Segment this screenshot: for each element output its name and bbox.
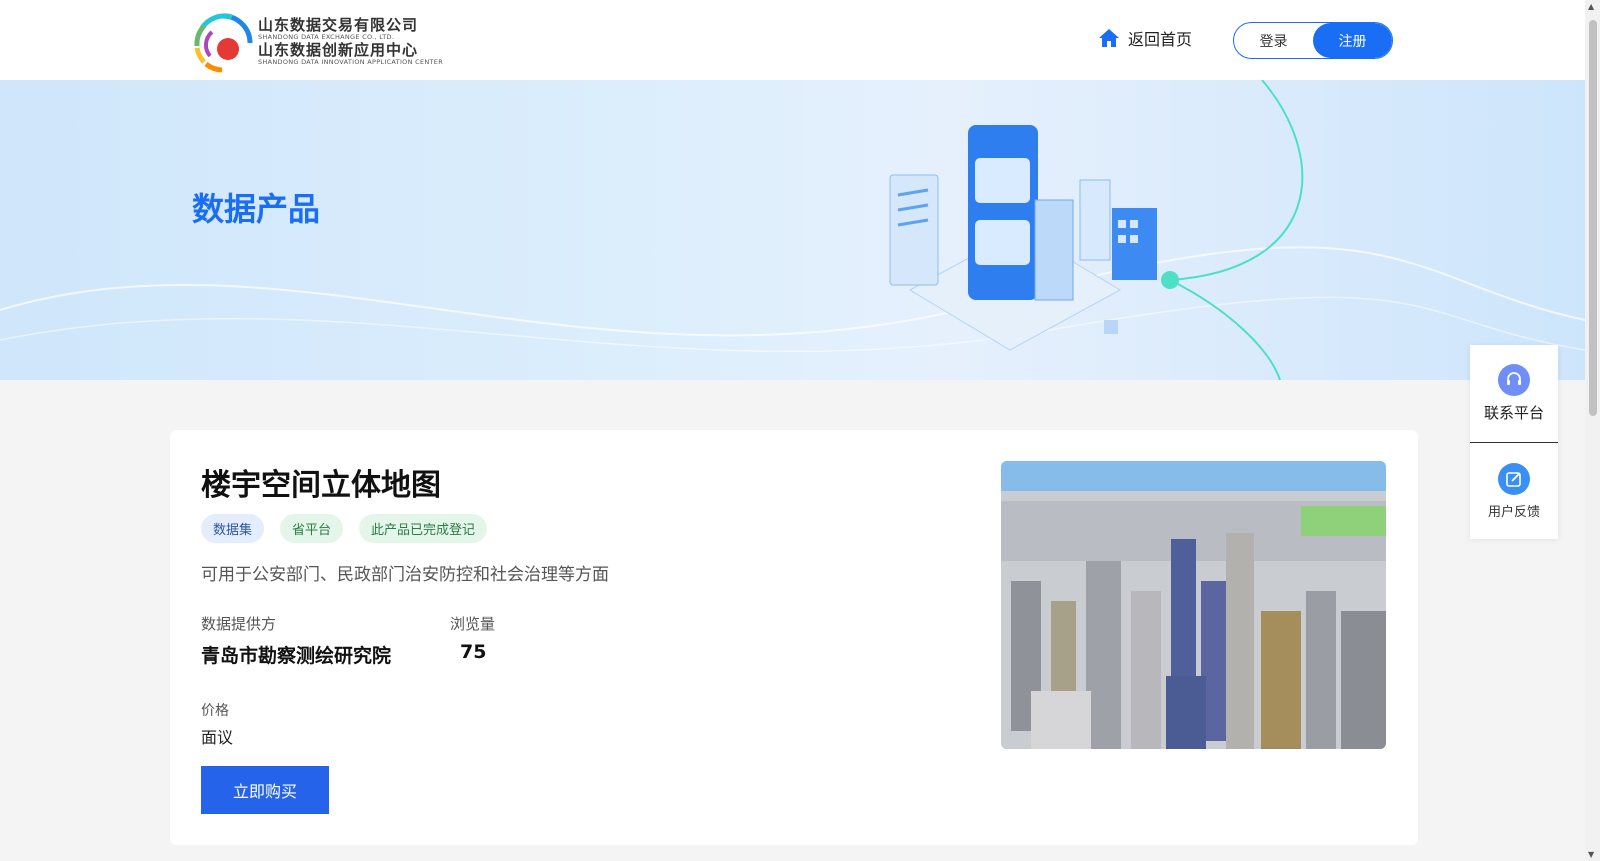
logo-text-cn-1: 山东数据交易有限公司	[258, 15, 419, 34]
register-button[interactable]: 注册	[1313, 23, 1392, 58]
page-scrollbar[interactable]: ▲ ▼	[1585, 0, 1600, 861]
price-label: 价格	[201, 703, 229, 719]
logo-text-en-2: SHANDONG DATA INNOVATION APPLICATION CEN…	[258, 58, 444, 66]
home-link[interactable]: 返回首页	[1098, 26, 1192, 50]
product-image	[1001, 461, 1386, 749]
scroll-up-arrow-icon[interactable]: ▲	[1588, 2, 1594, 11]
product-card: 楼宇空间立体地图 数据集 省平台 此产品已完成登记 可用于公安部门、民政部门治安…	[170, 430, 1418, 845]
login-button[interactable]: 登录	[1234, 23, 1313, 58]
company-logo[interactable]: 山东数据交易有限公司 SHANDONG DATA EXCHANGE CO., L…	[192, 12, 443, 74]
buy-now-button[interactable]: 立即购买	[201, 766, 329, 814]
tag-province-platform: 省平台	[280, 514, 344, 543]
price-value: 面议	[201, 728, 234, 747]
home-icon	[1099, 29, 1119, 47]
page-title: 数据产品	[192, 190, 321, 228]
auth-buttons: 登录 注册	[1233, 22, 1393, 59]
page-banner: 数据产品	[0, 80, 1585, 380]
banner-illustration	[0, 80, 1585, 380]
home-link-label: 返回首页	[1128, 30, 1193, 49]
tag-registered: 此产品已完成登记	[359, 514, 488, 543]
contact-platform-label: 联系平台	[1483, 404, 1544, 422]
logo-text-en-1: SHANDONG DATA EXCHANGE CO., LTD.	[258, 32, 395, 41]
views-label: 浏览量	[450, 615, 496, 633]
user-feedback-label: 用户反馈	[1487, 504, 1540, 520]
top-header: 山东数据交易有限公司 SHANDONG DATA EXCHANGE CO., L…	[0, 0, 1585, 80]
user-feedback-button[interactable]: 用户反馈	[1470, 442, 1558, 539]
scroll-down-arrow-icon[interactable]: ▼	[1588, 850, 1594, 859]
provider-label: 数据提供方	[201, 615, 277, 633]
contact-platform-button[interactable]: 联系平台	[1470, 345, 1558, 442]
logo-text-cn-2: 山东数据创新应用中心	[258, 41, 419, 59]
product-tags: 数据集 省平台 此产品已完成登记	[201, 514, 503, 543]
headset-icon	[1498, 364, 1530, 396]
product-description: 可用于公安部门、民政部门治安防控和社会治理等方面	[201, 565, 609, 585]
logo-icon	[192, 12, 254, 74]
tag-dataset: 数据集	[201, 514, 265, 543]
scrollbar-thumb[interactable]	[1589, 20, 1597, 416]
floating-side-panel: 联系平台 用户反馈	[1470, 345, 1558, 539]
provider-value: 青岛市勘察测绘研究院	[201, 645, 392, 667]
edit-icon	[1498, 462, 1530, 495]
product-title: 楼宇空间立体地图	[201, 468, 441, 503]
views-value: 75	[460, 641, 487, 663]
